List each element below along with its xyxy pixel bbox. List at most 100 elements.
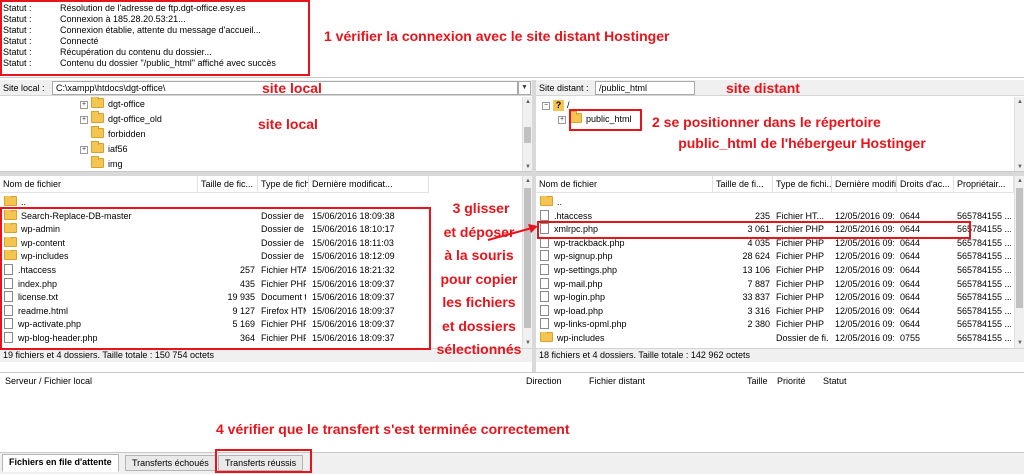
- local-cell-date: 15/06/2016 18:09:37: [312, 292, 395, 303]
- remote-list-scrollbar[interactable]: ▲ ▼: [1014, 176, 1024, 348]
- remote-file-row[interactable]: wp-includes Dossier de fi... 12/05/2016 09…: [536, 332, 1014, 345]
- local-file-row[interactable]: ..: [0, 196, 429, 209]
- remote-cell-name: wp-load.php: [540, 304, 711, 318]
- local-tree-node[interactable]: img: [91, 156, 123, 171]
- remote-cell-name: wp-mail.php: [540, 277, 711, 291]
- local-cell-name: wp-includes: [4, 250, 196, 263]
- remote-file-row[interactable]: wp-settings.php 13 106 Fichier PHP 12/05/20…: [536, 264, 1014, 277]
- local-tree-node[interactable]: + dgt-office: [80, 97, 145, 111]
- remote-cell-name: ..: [540, 196, 711, 209]
- local-cell-name: wp-admin: [4, 223, 196, 236]
- remote-cell-size: 13 106: [742, 265, 770, 275]
- local-file-row[interactable]: wp-admin Dossier de fich... 15/06/2016 18:…: [0, 223, 429, 236]
- local-file-row[interactable]: license.txt 19 935 Document texte 15/06/201…: [0, 291, 429, 304]
- remote-tree-public-html[interactable]: + public_html: [558, 111, 632, 126]
- file-icon: [540, 209, 549, 221]
- remote-file-row[interactable]: wp-mail.php 7 887 Fichier PHP 12/05/2016 09…: [536, 277, 1014, 291]
- tab-queued-files[interactable]: Fichiers en file d'attente: [2, 454, 119, 472]
- local-tree-node[interactable]: + dgt-office_old: [80, 111, 162, 126]
- status-log-row: Statut : Connexion à 185.28.20.53:21...: [3, 14, 186, 25]
- remote-path-input[interactable]: /public_html: [595, 81, 695, 95]
- collapse-icon[interactable]: −: [542, 102, 550, 110]
- queue-column-header[interactable]: Serveur / Fichier local: [5, 373, 92, 389]
- queue-column-header[interactable]: Statut: [823, 373, 847, 389]
- local-tree-node[interactable]: + iaf56: [80, 141, 128, 156]
- queue-column-header[interactable]: Fichier distant: [589, 373, 645, 389]
- remote-file-row[interactable]: ..: [536, 196, 1014, 209]
- remote-tree-root[interactable]: −? /: [542, 99, 570, 112]
- remote-file-row[interactable]: wp-load.php 3 316 Fichier PHP 12/05/2016 09…: [536, 304, 1014, 318]
- local-tree-scrollbar[interactable]: ▲ ▼: [522, 97, 532, 171]
- remote-file-row[interactable]: wp-signup.php 28 624 Fichier PHP 12/05/2016…: [536, 250, 1014, 263]
- local-cell-date: 15/06/2016 18:12:09: [312, 251, 395, 262]
- scroll-up-icon[interactable]: ▲: [523, 176, 532, 186]
- file-name: .htaccess: [18, 265, 57, 275]
- local-cell-name: readme.html: [4, 304, 196, 318]
- remote-file-row[interactable]: .htaccess 235 Fichier HT... 12/05/2016 09:4…: [536, 209, 1014, 223]
- scroll-down-icon[interactable]: ▼: [523, 162, 532, 171]
- local-cell-date: 15/06/2016 18:11:03: [312, 237, 394, 248]
- local-tree-node[interactable]: forbidden: [91, 126, 146, 141]
- remote-column-header[interactable]: Nom de fichier: [536, 176, 713, 193]
- remote-column-header[interactable]: Type de fichi...: [773, 176, 832, 193]
- local-column-header[interactable]: Nom de fichier: [0, 176, 198, 193]
- local-column-header[interactable]: Type de fichier: [258, 176, 309, 193]
- queue-column-header[interactable]: Direction: [526, 373, 562, 389]
- tab-successful-transfers[interactable]: Transferts réussis: [218, 455, 304, 471]
- local-file-row[interactable]: Search-Replace-DB-master Dossier de fich.…: [0, 209, 429, 223]
- annotation-site-local-b: site local: [258, 116, 318, 132]
- local-cell-name: ..: [4, 196, 196, 209]
- scroll-thumb[interactable]: [524, 127, 531, 143]
- remote-cell-type: Fichier PHP: [776, 319, 825, 330]
- expand-icon[interactable]: +: [80, 101, 88, 109]
- local-file-row[interactable]: readme.html 9 127 Firefox HTML ... 15/06/20…: [0, 304, 429, 318]
- tab-failed-transfers[interactable]: Transferts échoués: [125, 455, 216, 471]
- expand-icon[interactable]: +: [80, 116, 88, 124]
- status-message: Récupération du contenu du dossier...: [60, 47, 212, 57]
- folder-icon: [91, 156, 104, 168]
- local-file-row[interactable]: wp-includes Dossier de fich... 15/06/2016 …: [0, 250, 429, 263]
- expand-icon[interactable]: +: [80, 146, 88, 154]
- file-name: wp-links-opml.php: [554, 319, 627, 330]
- annotation-step3-line: les fichiers: [442, 294, 516, 310]
- remote-file-row[interactable]: wp-login.php 33 837 Fichier PHP 12/05/2016 …: [536, 291, 1014, 304]
- local-file-row[interactable]: wp-content Dossier de fich... 15/06/2016 1…: [0, 236, 429, 250]
- local-column-header[interactable]: Dernière modificat...: [309, 176, 429, 193]
- remote-file-row[interactable]: wp-trackback.php 4 035 Fichier PHP 12/05/20…: [536, 236, 1014, 250]
- remote-cell-date: 12/05/2016 09:33:34: [835, 292, 894, 303]
- remote-cell-size: 4 035: [747, 237, 770, 248]
- scroll-down-icon[interactable]: ▼: [1015, 338, 1024, 348]
- local-cell-name: wp-activate.php: [4, 318, 196, 331]
- remote-cell-date: 12/05/2016 09:43:17: [835, 210, 894, 221]
- remote-file-row[interactable]: xmlrpc.php 3 061 Fichier PHP 12/05/2016 09:…: [536, 223, 1014, 236]
- local-file-row[interactable]: wp-blog-header.php 364 Fichier PHP 15/06/20…: [0, 332, 429, 345]
- local-path-dropdown[interactable]: ▼: [518, 81, 531, 95]
- status-label: Statut :: [3, 25, 32, 35]
- remote-column-header[interactable]: Propriétair...: [954, 176, 1014, 193]
- remote-column-header[interactable]: Taille de fi...: [713, 176, 773, 193]
- remote-column-header[interactable]: Droits d'ac...: [897, 176, 954, 193]
- scroll-up-icon[interactable]: ▲: [1015, 176, 1024, 186]
- queue-column-header[interactable]: Priorité: [777, 373, 806, 389]
- remote-tree-scrollbar[interactable]: ▲ ▼: [1014, 97, 1024, 171]
- scroll-thumb[interactable]: [1016, 188, 1023, 308]
- queue-column-header[interactable]: Taille: [747, 373, 768, 389]
- local-cell-type: Fichier PHP: [261, 319, 306, 330]
- file-name: wp-load.php: [554, 305, 604, 316]
- local-column-header[interactable]: Taille de fic...: [198, 176, 258, 193]
- annotation-step3-line: à la souris: [444, 247, 514, 263]
- remote-cell-owner: 565784155 ...: [957, 305, 1011, 316]
- remote-column-header[interactable]: Dernière modificati...: [832, 176, 897, 193]
- remote-status: 18 fichiers et 4 dossiers. Taille totale…: [536, 348, 1024, 362]
- remote-cell-size: 2 380: [747, 319, 770, 330]
- expand-icon[interactable]: +: [558, 116, 566, 124]
- scroll-up-icon[interactable]: ▲: [1015, 97, 1024, 107]
- scroll-down-icon[interactable]: ▼: [1015, 162, 1024, 171]
- status-message: Contenu du dossier "/public_html" affich…: [60, 58, 276, 68]
- file-icon: [4, 291, 13, 303]
- local-file-row[interactable]: wp-activate.php 5 169 Fichier PHP 15/06/201…: [0, 318, 429, 331]
- local-file-row[interactable]: .htaccess 257 Fichier HTACC... 15/06/2016 1…: [0, 264, 429, 277]
- remote-file-row[interactable]: wp-links-opml.php 2 380 Fichier PHP 12/05/2…: [536, 318, 1014, 331]
- scroll-up-icon[interactable]: ▲: [523, 97, 532, 107]
- local-file-row[interactable]: index.php 435 Fichier PHP 15/06/2016 18:09:…: [0, 277, 429, 291]
